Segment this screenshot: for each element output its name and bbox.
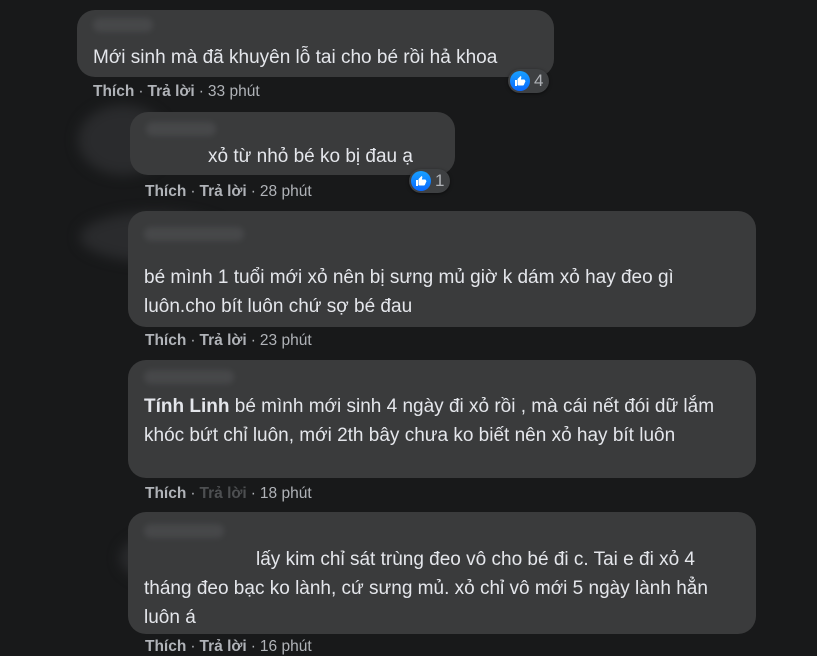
reaction-count: 4 <box>534 71 544 90</box>
comment-text: Mới sinh mà đã khuyên lỗ tai cho bé rồi … <box>93 47 498 68</box>
comment-author[interactable]: Tính Linh <box>144 396 229 417</box>
comment-bubble: xỏ từ nhỏ bé ko bị đau ạ <box>130 112 455 175</box>
like-link[interactable]: Thích <box>145 332 186 349</box>
comment-timestamp[interactable]: 18 phút <box>260 485 312 502</box>
reaction-badge[interactable]: 1 <box>409 169 451 193</box>
comment-actions: Thích · Trả lời · 23 phút <box>145 332 312 349</box>
blurred-author-name <box>146 122 216 136</box>
like-icon <box>411 171 431 191</box>
blurred-author-name <box>144 227 244 241</box>
comment-bubble: Tính Linh bé mình mới sinh 4 ngày đi xỏ … <box>128 360 756 478</box>
blurred-author-name <box>144 524 224 538</box>
blurred-author-name <box>93 18 153 32</box>
comment-bubble: Mới sinh mà đã khuyên lỗ tai cho bé rồi … <box>77 10 554 77</box>
reply-link[interactable]: Trả lời <box>148 83 195 100</box>
reply-link[interactable]: Trả lời <box>200 638 247 655</box>
reply-link[interactable]: Trả lời <box>200 485 247 502</box>
comment-bubble: lấy kim chỉ sát trùng đeo vô cho bé đi c… <box>128 512 756 634</box>
comment-text: Tính Linh bé mình mới sinh 4 ngày đi xỏ … <box>144 396 715 446</box>
like-link[interactable]: Thích <box>145 485 186 502</box>
comment-bubble: bé mình 1 tuổi mới xỏ nên bị sưng mủ giờ… <box>128 211 756 327</box>
comment-text: lấy kim chỉ sát trùng đeo vô cho bé đi c… <box>144 549 708 628</box>
comment-actions: Thích · Trả lời · 18 phút <box>145 485 312 502</box>
comment-text: xỏ từ nhỏ bé ko bị đau ạ <box>208 146 413 167</box>
like-link[interactable]: Thích <box>145 638 186 655</box>
comment-actions: Thích · Trả lời · 33 phút <box>93 83 260 100</box>
like-link[interactable]: Thích <box>93 83 134 100</box>
like-icon <box>510 71 530 91</box>
comment-actions: Thích · Trả lời · 28 phút <box>145 183 312 200</box>
comment-text: bé mình 1 tuổi mới xỏ nên bị sưng mủ giờ… <box>144 267 674 317</box>
comment-actions: Thích · Trả lời · 16 phút <box>145 638 312 655</box>
like-link[interactable]: Thích <box>145 183 186 200</box>
reaction-count: 1 <box>435 171 445 190</box>
blurred-author-name <box>144 370 234 384</box>
reaction-badge[interactable]: 4 <box>508 69 550 93</box>
reply-link[interactable]: Trả lời <box>200 183 247 200</box>
comment-timestamp[interactable]: 28 phút <box>260 183 312 200</box>
comment-timestamp[interactable]: 33 phút <box>208 83 260 100</box>
reply-link[interactable]: Trả lời <box>200 332 247 349</box>
comment-timestamp[interactable]: 16 phút <box>260 638 312 655</box>
comment-timestamp[interactable]: 23 phút <box>260 332 312 349</box>
